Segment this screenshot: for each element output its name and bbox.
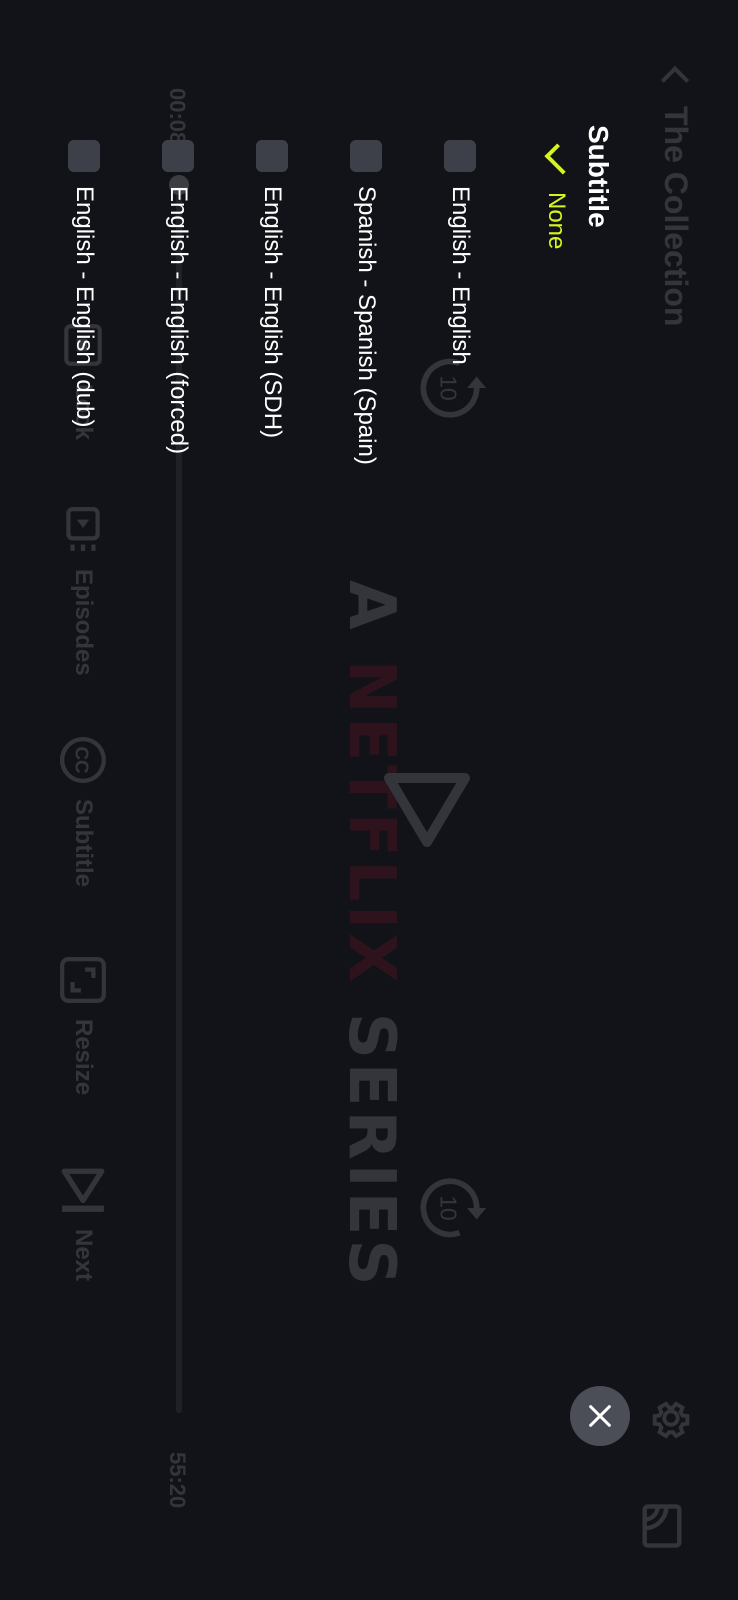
next-button[interactable]: Next <box>58 1165 108 1281</box>
subtitle-option-spanish[interactable]: Spanish - Spanish (Spain) <box>350 140 382 465</box>
subtitle-option-english-sdh[interactable]: English - English (SDH) <box>256 140 288 438</box>
landscape-stage: The Collection A NETFLIX SERIES 10 10 00… <box>0 0 738 1600</box>
check-icon <box>544 143 576 175</box>
gear-icon[interactable] <box>648 1395 694 1441</box>
subtitle-icon: CC <box>60 737 106 783</box>
next-label: Next <box>70 1229 97 1282</box>
subtitle-label: Subtitle <box>70 799 97 887</box>
episodes-label: Episodes <box>70 569 97 676</box>
option-label: Spanish - Spanish (Spain) <box>353 186 380 465</box>
current-time: 00:08 <box>165 88 190 145</box>
checkbox[interactable] <box>350 140 382 172</box>
checkbox[interactable] <box>68 140 100 172</box>
option-label: English - English (forced) <box>165 186 192 455</box>
subtitle-option-english-forced[interactable]: English - English (forced) <box>162 140 194 454</box>
back-icon[interactable] <box>661 65 690 95</box>
player-header[interactable]: The Collection <box>657 65 694 327</box>
episodes-icon <box>66 507 100 551</box>
svg-text:CC: CC <box>72 746 93 774</box>
checkbox[interactable] <box>162 140 194 172</box>
option-label: English - English (SDH) <box>259 186 286 439</box>
play-icon[interactable] <box>381 770 473 850</box>
next-icon <box>61 1168 105 1212</box>
subtitle-option-english-dub[interactable]: English - English (dub) <box>68 140 100 427</box>
checkbox[interactable] <box>256 140 288 172</box>
panel-title: Subtitle <box>583 125 614 228</box>
cast-icon[interactable] <box>636 1500 688 1552</box>
forward-10-icon[interactable]: 10 <box>412 1170 488 1246</box>
total-time: 55:20 <box>165 1452 190 1509</box>
close-button[interactable] <box>570 1386 630 1446</box>
screen: The Collection A NETFLIX SERIES 10 10 00… <box>0 0 738 1600</box>
logo-prefix: A <box>334 580 408 660</box>
rewind-seconds: 10 <box>436 375 462 400</box>
option-label: English - English (dub) <box>71 186 98 428</box>
episodes-button[interactable]: Episodes <box>58 505 108 676</box>
series-logo: A NETFLIX SERIES <box>334 580 408 1289</box>
option-label: English - English <box>447 186 474 365</box>
subtitle-option-none[interactable]: None <box>542 142 576 250</box>
resize-icon <box>60 957 106 1003</box>
subtitle-option-english[interactable]: English - English <box>444 140 476 365</box>
checkbox[interactable] <box>444 140 476 172</box>
subtitle-button[interactable]: CC Subtitle <box>58 735 108 887</box>
logo-suffix: SERIES <box>334 986 408 1290</box>
player-title: The Collection <box>658 106 694 327</box>
resize-label: Resize <box>70 1019 97 1096</box>
close-icon <box>589 1405 611 1427</box>
resize-button[interactable]: Resize <box>58 955 108 1095</box>
forward-seconds: 10 <box>436 1195 462 1220</box>
option-label: None <box>543 192 570 250</box>
